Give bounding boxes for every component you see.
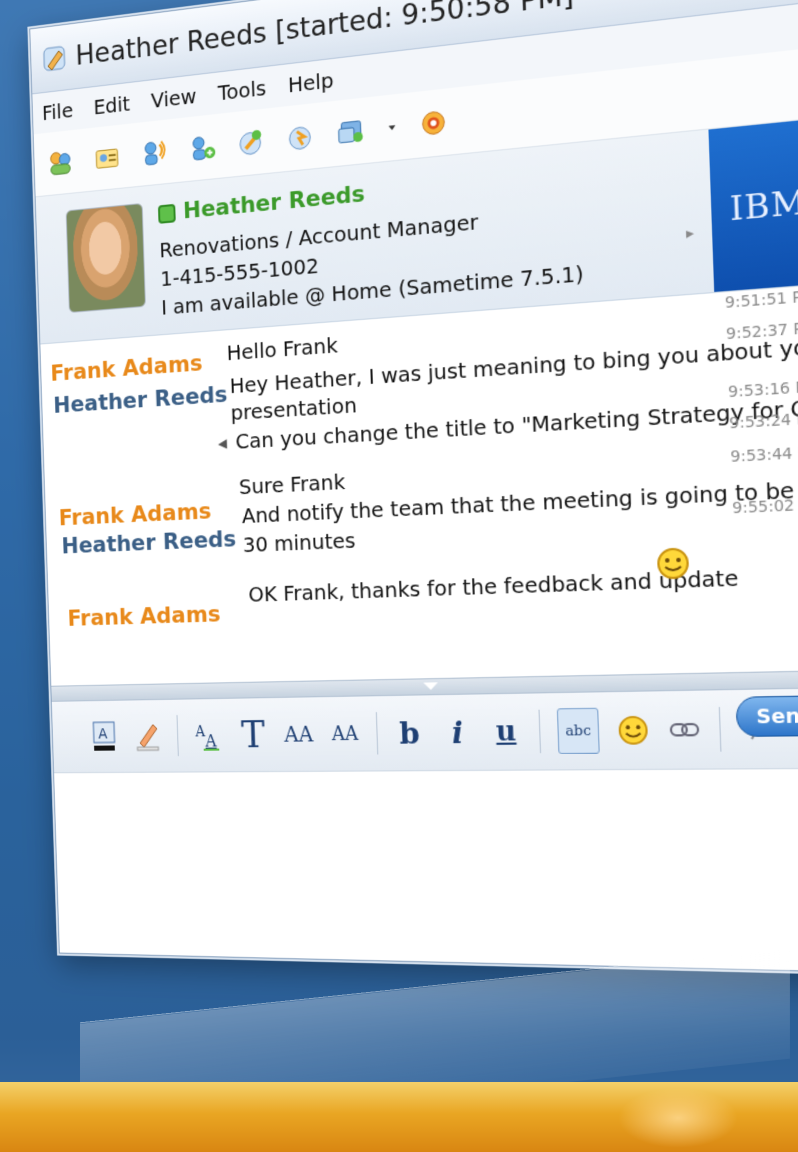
caret-left-icon: ◀ [218,436,227,451]
contact-name-row: Heather Reeds [158,181,366,227]
chat-transcript: 9:51:51 PM Frank Adams Hello Frank 9:52:… [40,284,798,685]
pencil-app-icon [40,42,69,75]
font-style-icon[interactable]: AA [193,714,223,756]
bold-button[interactable]: b [393,711,425,754]
menu-view[interactable]: View [150,83,196,113]
separator [177,715,179,756]
business-card-icon[interactable] [91,140,122,176]
sender-name: Frank Adams [50,351,203,387]
chevron-right-icon[interactable]: ▸ [686,225,695,243]
sender-name: Heather Reeds [61,527,236,560]
timestamp: 9:55:02 PM [732,496,798,518]
screen-share-icon[interactable] [334,113,368,150]
status-available-icon [158,204,176,224]
timestamp: 9:53:44 PM [730,444,798,467]
shrink-font-button[interactable]: AA [329,712,361,755]
svg-text:A: A [98,726,108,743]
contacts-icon[interactable] [45,145,76,180]
grow-font-button[interactable]: AA [283,713,314,755]
emoticon-picker-icon[interactable] [616,708,651,752]
sender-name: Frank Adams [58,499,211,532]
avatar [66,203,146,313]
highlight-pen-icon[interactable] [133,715,163,756]
message-input[interactable] [54,769,798,973]
scene: Heather Reeds [started: 9:50:58 PM] _ □ … [0,0,798,1152]
decorative-footer-bar [0,1082,798,1152]
whiteboard-icon[interactable] [235,124,268,160]
add-contact-icon[interactable] [186,129,218,165]
message-text: Hello Frank [226,332,338,365]
svg-text:A: A [204,731,217,751]
separator [538,710,541,753]
meeting-icon[interactable] [416,104,451,142]
sender-name: Frank Adams [67,602,221,632]
message-text: Sure Frank [239,469,346,499]
timestamp: 9:51:51 PM [725,288,798,313]
contact-name: Heather Reeds [183,181,366,224]
company-logo: IBM [708,118,798,292]
format-toolbar: A AA T AA AA b i u abc Send [52,688,798,773]
menu-file[interactable]: File [42,98,74,126]
message-text: 30 minutes [242,528,355,558]
separator [376,712,378,754]
message-text: presentation [230,392,357,425]
separator [719,707,722,752]
dropdown-arrow-icon[interactable] [385,110,398,145]
menu-tools[interactable]: Tools [217,75,266,105]
text-color-icon[interactable]: A [89,716,118,757]
underline-button[interactable]: u [489,710,522,754]
menu-edit[interactable]: Edit [93,91,130,119]
send-button[interactable]: Send [735,695,798,737]
voice-call-icon[interactable] [139,135,171,171]
menu-help[interactable]: Help [288,67,335,97]
font-size-button[interactable]: T [238,714,269,756]
link-icon[interactable] [667,707,702,752]
chat-window: Heather Reeds [started: 9:50:58 PM] _ □ … [29,0,798,973]
smiley-emoticon-icon [656,546,691,580]
sender-name: Heather Reeds [53,382,228,419]
spell-check-button[interactable]: abc [557,708,600,754]
italic-button[interactable]: i [441,711,474,754]
share-icon[interactable] [284,119,317,156]
